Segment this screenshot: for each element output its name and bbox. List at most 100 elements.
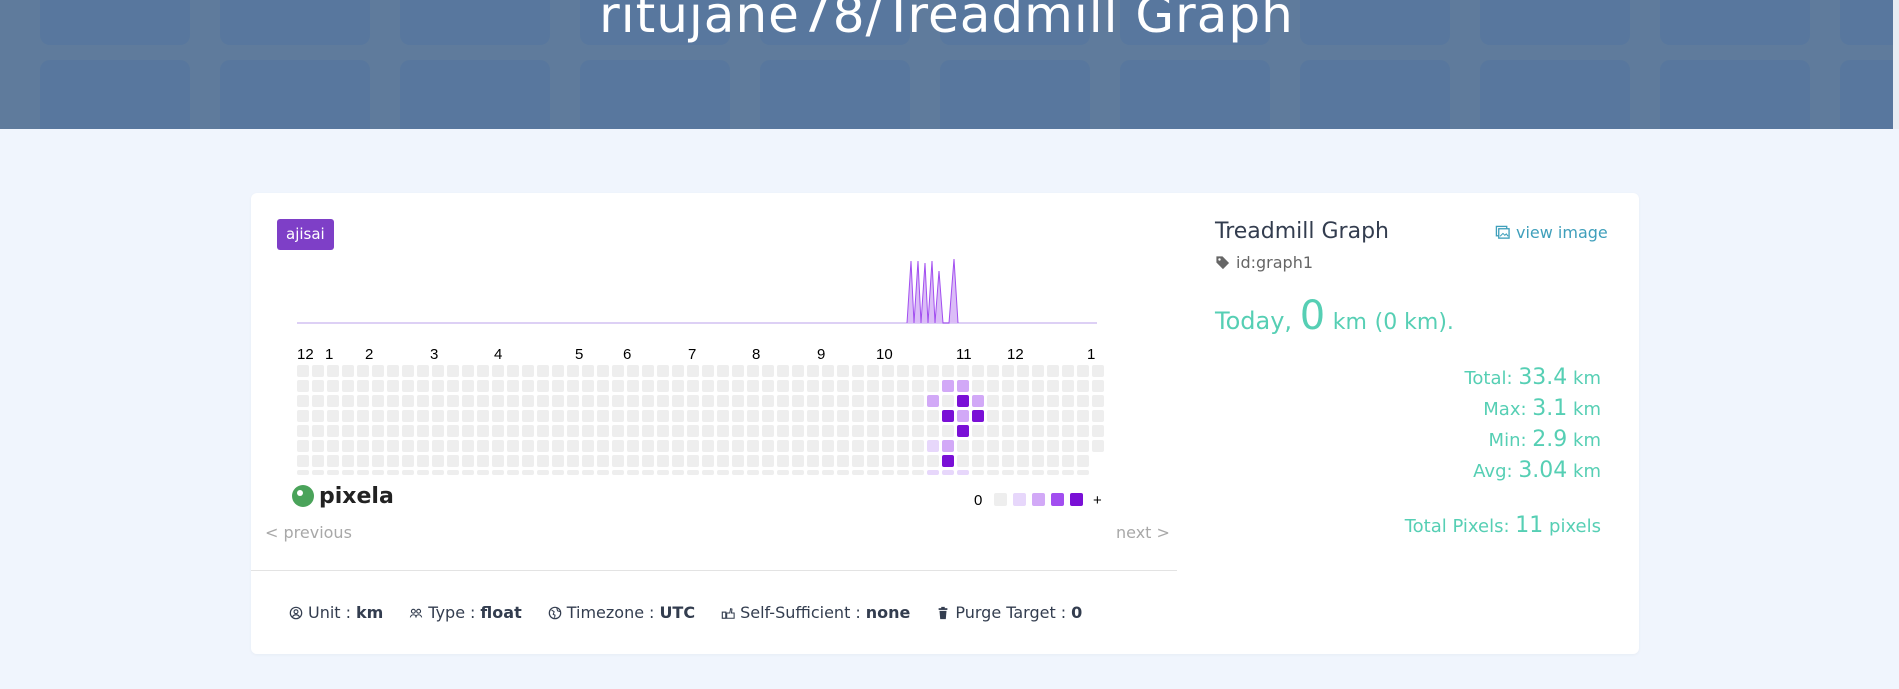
pixel-cell <box>747 455 759 467</box>
total-pixels-value: 11 <box>1515 513 1544 538</box>
pixel-cell <box>552 380 564 392</box>
pixel-cell <box>762 380 774 392</box>
pixel-cell <box>732 365 744 377</box>
pixel-cell <box>807 455 819 467</box>
pixel-cell <box>492 395 504 407</box>
pixel-cell <box>822 470 834 475</box>
pixel-cell <box>372 470 384 475</box>
pixel-cell <box>867 380 879 392</box>
pixel-cell <box>852 380 864 392</box>
pixel-cell <box>987 395 999 407</box>
pixel-cell <box>972 440 984 452</box>
pixel-cell <box>687 365 699 377</box>
pixel-cell <box>747 440 759 452</box>
pixel-cell <box>582 455 594 467</box>
pixel-cell <box>327 365 339 377</box>
property-label: Unit <box>308 603 341 622</box>
pixel-cell <box>537 455 549 467</box>
pixel-cell <box>792 470 804 475</box>
pixel-cell <box>312 395 324 407</box>
pixel-cell <box>477 470 489 475</box>
pixel-cell <box>1002 470 1014 475</box>
banner-tile <box>1660 60 1810 129</box>
pixel-cell <box>672 440 684 452</box>
scrollbar[interactable] <box>1893 0 1899 129</box>
pixel-cell <box>687 440 699 452</box>
pixel-cell <box>987 440 999 452</box>
banner-tile <box>1120 60 1270 129</box>
activity-sparkline <box>906 258 959 324</box>
pixel-cell <box>522 425 534 437</box>
pixel-cell <box>582 470 594 475</box>
view-image-link[interactable]: view image <box>1495 223 1608 242</box>
stat-avg: Avg: 3.04 km <box>1464 456 1601 487</box>
pixel-cell-filled <box>942 410 954 422</box>
pixel-cell <box>702 425 714 437</box>
divider <box>251 570 1177 571</box>
pixel-cell <box>702 365 714 377</box>
stat-label: Avg: <box>1473 461 1513 482</box>
pixel-cell <box>552 410 564 422</box>
pixel-cell <box>837 440 849 452</box>
pixel-cell <box>792 395 804 407</box>
pixel-cell <box>867 365 879 377</box>
pixel-cell <box>1062 365 1074 377</box>
pixel-cell <box>357 440 369 452</box>
pixel-cell <box>687 395 699 407</box>
pixel-cell <box>597 470 609 475</box>
pixel-cell <box>687 470 699 475</box>
pixel-cell <box>762 365 774 377</box>
property-value: 0 <box>1071 603 1083 622</box>
pixel-cell <box>717 410 729 422</box>
pixel-cell <box>522 365 534 377</box>
pixel-cell <box>822 365 834 377</box>
pixel-cell <box>702 440 714 452</box>
pixel-cell <box>1062 455 1074 467</box>
pixel-cell <box>927 410 939 422</box>
pixel-cell <box>1047 455 1059 467</box>
pixel-cell <box>612 425 624 437</box>
pixel-cell <box>522 395 534 407</box>
pixel-cell <box>672 365 684 377</box>
pixel-cell <box>477 440 489 452</box>
pixel-cell <box>987 470 999 475</box>
pixel-cell <box>447 425 459 437</box>
stat-total: Total: 33.4 km <box>1464 363 1601 394</box>
banner-tile <box>220 60 370 129</box>
pixel-cell-filled <box>942 455 954 467</box>
pixel-cell <box>417 425 429 437</box>
pixel-cell <box>582 410 594 422</box>
pixel-cell <box>462 410 474 422</box>
pixel-cell <box>372 440 384 452</box>
pixel-cell <box>477 365 489 377</box>
pixel-cell <box>942 395 954 407</box>
pixel-cell <box>327 470 339 475</box>
pixel-cell <box>732 410 744 422</box>
pixel-cell <box>987 380 999 392</box>
pixel-cell <box>717 365 729 377</box>
stats-block: Total: 33.4 km Max: 3.1 km Min: 2.9 km A… <box>1464 363 1601 487</box>
pixel-cell <box>612 395 624 407</box>
pixel-cell-filled <box>957 395 969 407</box>
pixel-cell <box>882 395 894 407</box>
pixel-cell <box>492 365 504 377</box>
pixel-cell <box>627 365 639 377</box>
pixel-cell <box>1032 440 1044 452</box>
pixel-cell <box>537 425 549 437</box>
pixel-cell <box>807 410 819 422</box>
view-image-label: view image <box>1516 223 1608 242</box>
pixel-cell <box>462 380 474 392</box>
pixel-cell <box>1002 395 1014 407</box>
property-type: Type : float <box>409 603 522 622</box>
next-link[interactable]: next > <box>1116 523 1170 542</box>
pixel-cell <box>672 380 684 392</box>
pixel-cell <box>447 395 459 407</box>
pixel-cell <box>702 410 714 422</box>
pixel-cell <box>537 440 549 452</box>
previous-link[interactable]: < previous <box>265 523 352 542</box>
pixel-cell <box>297 470 309 475</box>
pixel-cell <box>507 380 519 392</box>
pixel-cell <box>567 425 579 437</box>
pixel-cell <box>567 440 579 452</box>
pixel-cell <box>417 455 429 467</box>
